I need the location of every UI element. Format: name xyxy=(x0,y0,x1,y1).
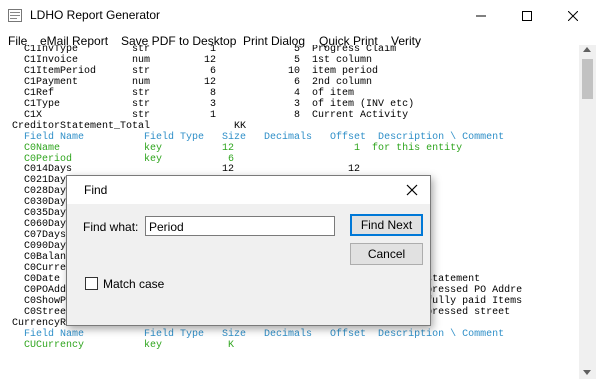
report-line: C1X str 1 8 Current Activity xyxy=(0,109,409,121)
match-case-checkbox[interactable] xyxy=(85,277,98,290)
report-line: Field Name Field Type Size Decimals Offs… xyxy=(0,131,505,143)
report-line: C035Days xyxy=(0,208,73,220)
scroll-up-icon[interactable] xyxy=(583,47,591,52)
match-case-label[interactable]: Match case xyxy=(103,277,164,291)
report-line: C0Name key 12 1 for this entity xyxy=(0,142,463,154)
maximize-icon xyxy=(522,11,532,21)
scroll-thumb[interactable] xyxy=(582,59,593,99)
report-line: CreditorStatement_Total KK xyxy=(0,120,247,132)
report-line: C021Days xyxy=(0,175,73,187)
find-what-label: Find what: xyxy=(83,220,139,234)
vertical-scrollbar[interactable] xyxy=(579,45,596,379)
report-line: C1InvType str 1 5 Progress Claim xyxy=(0,45,397,55)
report-line: C1Type str 3 3 of item (INV etc) xyxy=(0,98,415,110)
report-line: C0Period key 6 xyxy=(0,153,235,165)
report-line: C1ItemPeriod str 6 10 item period xyxy=(0,65,379,77)
close-icon xyxy=(568,11,578,21)
close-button[interactable] xyxy=(550,0,596,32)
report-line: C1Ref str 8 4 of item xyxy=(0,87,355,99)
minimize-button[interactable] xyxy=(458,0,504,32)
report-app-icon xyxy=(8,9,22,22)
report-line: CUCurrency key K xyxy=(0,339,235,351)
report-line: Field Name Field Type Size Decimals Offs… xyxy=(0,328,505,340)
find-next-button[interactable]: Find Next xyxy=(350,214,423,236)
window-title: LDHO Report Generator xyxy=(30,8,161,22)
scroll-down-icon[interactable] xyxy=(583,370,591,375)
minimize-icon xyxy=(476,15,486,17)
report-line: C028Days xyxy=(0,186,73,198)
report-line: C014Days 12 12 xyxy=(0,164,361,176)
close-icon[interactable] xyxy=(404,182,420,198)
report-line: C030Days xyxy=(0,197,73,209)
report-line: C1Invoice num 12 5 1st column xyxy=(0,54,373,66)
report-line: C07Days xyxy=(0,230,67,242)
find-what-input[interactable]: Period xyxy=(145,216,335,236)
find-dialog-title: Find xyxy=(84,183,108,197)
maximize-button[interactable] xyxy=(504,0,550,32)
window-titlebar: LDHO Report Generator xyxy=(0,0,596,32)
report-line: C060Days xyxy=(0,219,73,231)
find-dialog-titlebar: Find xyxy=(67,176,430,204)
report-line: C1Payment num 12 6 2nd column xyxy=(0,76,373,88)
cancel-button[interactable]: Cancel xyxy=(350,243,423,265)
report-line: C090Days xyxy=(0,241,73,253)
find-dialog: Find Find what: Period Find Next Cancel … xyxy=(66,175,431,326)
